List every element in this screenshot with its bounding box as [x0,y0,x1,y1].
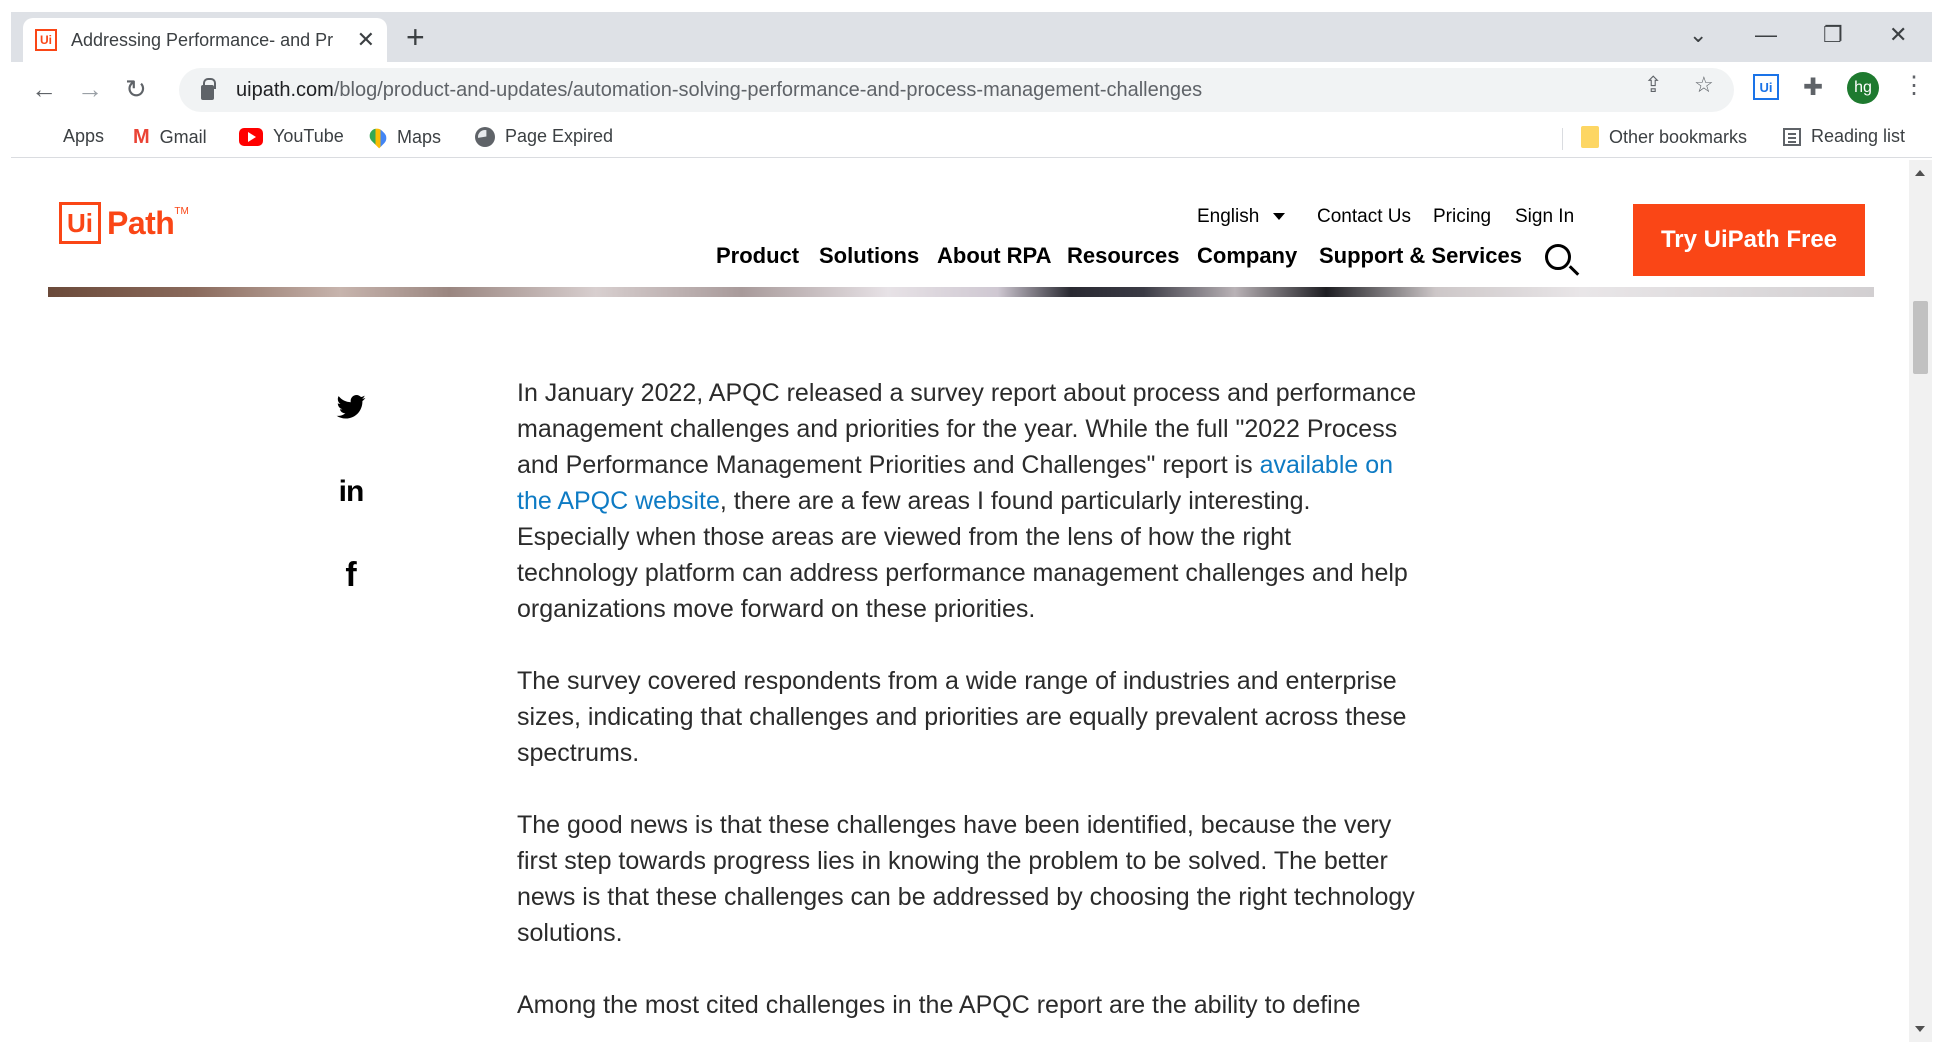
extensions-icon[interactable]: ✚ [1803,73,1823,102]
scroll-down-icon[interactable] [1915,1026,1925,1032]
nav-support-services[interactable]: Support & Services [1319,243,1522,269]
back-icon[interactable]: ← [31,74,57,105]
scroll-up-icon[interactable] [1915,170,1925,176]
article-paragraph: In January 2022, APQC released a survey … [517,375,1417,627]
article-paragraph: The good news is that these challenges h… [517,811,1415,947]
share-icon[interactable]: ⇪ [1644,72,1662,98]
facebook-icon: f [345,555,357,594]
forward-icon[interactable]: → [77,74,103,105]
page-scrollbar[interactable] [1909,160,1932,1042]
bookmark-apps[interactable]: Apps [33,126,104,147]
browser-window: Ui Addressing Performance- and Pr ✕ + ⌄ … [11,12,1932,1042]
minimize-icon[interactable]: — [1755,22,1777,48]
web-page: Ui Path TM English Contact Us Pricing Si… [11,160,1909,1042]
language-label: English [1197,206,1260,227]
tab-search-icon[interactable]: ⌄ [1689,22,1707,48]
scroll-thumb[interactable] [1913,301,1928,374]
bookmark-label: Page Expired [505,126,614,146]
nav-about-rpa[interactable]: About RPA [937,243,1051,269]
bookmark-maps[interactable]: Maps [366,125,442,149]
twitter-icon [336,395,366,419]
contact-us-link[interactable]: Contact Us [1317,206,1411,228]
bookmark-youtube[interactable]: YouTube [239,126,344,147]
article-paragraph: Among the most cited challenges in the A… [517,991,1361,1019]
nav-product[interactable]: Product [716,243,799,269]
url-path: /blog/product-and-updates/automation-sol… [333,78,1203,101]
youtube-icon [239,127,263,146]
browser-tab[interactable]: Ui Addressing Performance- and Pr ✕ [23,18,387,62]
other-bookmarks-label: Other bookmarks [1609,126,1748,147]
folder-icon [1581,126,1599,148]
new-tab-icon[interactable]: + [406,21,425,53]
maps-icon [366,125,390,149]
restore-icon[interactable]: ❐ [1823,22,1843,48]
hero-image [48,287,1874,297]
close-tab-icon[interactable]: ✕ [357,27,375,53]
bookmark-star-icon[interactable]: ☆ [1694,72,1714,98]
bookmark-label: Gmail [159,127,207,147]
logo-tm: TM [174,206,189,217]
reload-icon[interactable]: ↻ [125,74,147,105]
nav-company[interactable]: Company [1197,243,1297,269]
logo-box: Ui [59,202,101,244]
reading-list[interactable]: Reading list [1783,126,1905,147]
close-window-icon[interactable]: ✕ [1889,22,1907,48]
tab-strip: Ui Addressing Performance- and Pr ✕ + ⌄ … [11,12,1932,62]
apps-icon [33,127,53,147]
linkedin-icon: in [338,475,365,508]
sign-in-link[interactable]: Sign In [1515,206,1574,228]
profile-avatar[interactable]: hg [1847,72,1879,104]
article-body: In January 2022, APQC released a survey … [517,375,1417,1042]
globe-icon [475,126,495,147]
try-uipath-free-button[interactable]: Try UiPath Free [1633,204,1865,276]
lock-icon[interactable] [201,77,216,100]
article-paragraph: The survey covered respondents from a wi… [517,667,1407,767]
pricing-link[interactable]: Pricing [1433,206,1491,228]
tab-title: Addressing Performance- and Pr [71,29,334,50]
uipath-extension-icon[interactable]: Ui [1753,74,1779,100]
uipath-logo[interactable]: Ui Path TM [59,202,189,244]
caret-down-icon [1273,213,1286,221]
address-bar[interactable]: uipath.com/blog/product-and-updates/auto… [179,68,1734,112]
bookmark-page-expired[interactable]: Page Expired [475,126,613,147]
url-host: uipath.com [236,78,334,101]
uipath-favicon-icon: Ui [35,29,57,51]
browser-toolbar: ← → ↻ uipath.com/blog/product-and-update… [11,62,1932,118]
language-selector[interactable]: English [1197,206,1286,228]
twitter-share[interactable] [329,385,373,429]
search-icon[interactable] [1545,244,1571,270]
bookmarks-bar: Apps M Gmail YouTube Maps Page Expired O… [11,118,1932,158]
reading-list-icon [1783,127,1801,146]
facebook-share[interactable]: f [329,553,373,597]
bookmark-label: Apps [63,126,105,146]
reading-list-label: Reading list [1811,126,1906,146]
browser-menu-icon[interactable]: ⋮ [1902,71,1926,100]
linkedin-share[interactable]: in [329,470,373,514]
nav-resources[interactable]: Resources [1067,243,1180,269]
other-bookmarks[interactable]: Other bookmarks [1581,126,1747,148]
nav-solutions[interactable]: Solutions [819,243,919,269]
bookmark-label: YouTube [273,126,344,146]
bookmark-gmail[interactable]: M Gmail [133,126,207,149]
bookmarks-divider [1562,128,1563,150]
bookmark-label: Maps [397,126,442,147]
gmail-icon: M [133,126,150,148]
logo-text: Path [107,204,175,241]
